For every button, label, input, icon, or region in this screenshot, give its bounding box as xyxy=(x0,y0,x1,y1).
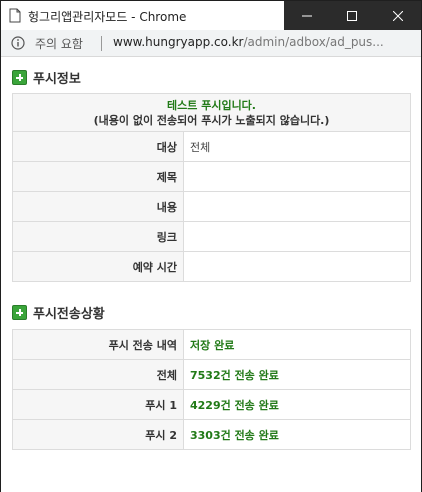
close-icon xyxy=(392,10,403,21)
maximize-icon xyxy=(347,10,358,21)
document-icon xyxy=(9,8,21,23)
window-controls xyxy=(284,1,421,30)
address-separator xyxy=(101,36,102,51)
table-row: 푸시 2 3303건 전송 완료 xyxy=(12,419,411,450)
push-status-title: 푸시전송상황 xyxy=(33,307,105,322)
row-label: 링크 xyxy=(12,221,184,252)
address-bar[interactable]: 주의 요함 www.hungryapp.co.kr/admin/adbox/ad… xyxy=(1,30,421,57)
title-bar: 헝그리앱관리자모드 - Chrome xyxy=(1,1,421,30)
row-value: 3303건 전송 완료 xyxy=(183,419,411,450)
row-label: 내용 xyxy=(12,191,184,222)
page-content: 푸시정보 테스트 푸시입니다. (내용이 없이 전송되어 푸시가 노출되지 않습… xyxy=(1,58,421,492)
minimize-icon xyxy=(301,15,312,16)
row-label: 예약 시간 xyxy=(12,251,184,282)
table-row: 예약 시간 xyxy=(12,251,411,282)
window-title: 헝그리앱관리자모드 - Chrome xyxy=(28,10,187,24)
push-status-header: 푸시전송상황 xyxy=(12,303,105,322)
maximize-button[interactable] xyxy=(330,1,376,30)
push-info-title: 푸시정보 xyxy=(33,72,81,87)
push-status-table: 푸시 전송 내역 저장 완료 전체 7532건 전송 완료 푸시 1 4229건… xyxy=(12,329,411,450)
table-row: 푸시 전송 내역 저장 완료 xyxy=(12,329,411,360)
url-host: www.hungryapp.co.kr xyxy=(113,35,244,49)
row-label: 제목 xyxy=(12,161,184,192)
row-value: 4229건 전송 완료 xyxy=(183,389,411,420)
notice-line-1: 테스트 푸시입니다. xyxy=(167,98,256,112)
plus-icon xyxy=(12,305,27,320)
table-row: 푸시 1 4229건 전송 완료 xyxy=(12,389,411,420)
row-value xyxy=(183,251,411,282)
url-text[interactable]: www.hungryapp.co.kr/admin/adbox/ad_pus..… xyxy=(113,35,384,49)
table-row: 제목 xyxy=(12,161,411,192)
close-button[interactable] xyxy=(375,1,421,30)
notice-cell: 테스트 푸시입니다. (내용이 없이 전송되어 푸시가 노출되지 않습니다.) xyxy=(12,93,411,132)
browser-window: 헝그리앱관리자모드 - Chrome 주의 요함 www.hungryapp.c… xyxy=(0,0,422,492)
push-info-table: 테스트 푸시입니다. (내용이 없이 전송되어 푸시가 노출되지 않습니다.) … xyxy=(12,93,411,282)
row-label: 푸시 2 xyxy=(12,419,184,450)
table-row: 내용 xyxy=(12,191,411,222)
plus-icon xyxy=(12,70,27,85)
row-value: 저장 완료 xyxy=(183,329,411,360)
table-row: 전체 7532건 전송 완료 xyxy=(12,359,411,390)
row-value xyxy=(183,161,411,192)
table-row: 대상 전체 xyxy=(12,131,411,162)
row-label: 푸시 1 xyxy=(12,389,184,420)
row-value xyxy=(183,191,411,222)
row-label: 전체 xyxy=(12,359,184,390)
row-label: 대상 xyxy=(12,131,184,162)
row-value: 7532건 전송 완료 xyxy=(183,359,411,390)
row-label: 푸시 전송 내역 xyxy=(12,329,184,360)
minimize-button[interactable] xyxy=(284,1,330,30)
table-row: 링크 xyxy=(12,221,411,252)
security-status[interactable]: 주의 요함 xyxy=(35,35,83,52)
url-path: /admin/adbox/ad_pus... xyxy=(243,35,384,49)
notice-line-2: (내용이 없이 전송되어 푸시가 노출되지 않습니다.) xyxy=(93,113,330,127)
push-info-header: 푸시정보 xyxy=(12,68,81,87)
notice-row: 테스트 푸시입니다. (내용이 없이 전송되어 푸시가 노출되지 않습니다.) xyxy=(12,93,411,132)
row-value xyxy=(183,221,411,252)
info-icon[interactable] xyxy=(11,36,25,50)
row-value: 전체 xyxy=(183,131,411,162)
